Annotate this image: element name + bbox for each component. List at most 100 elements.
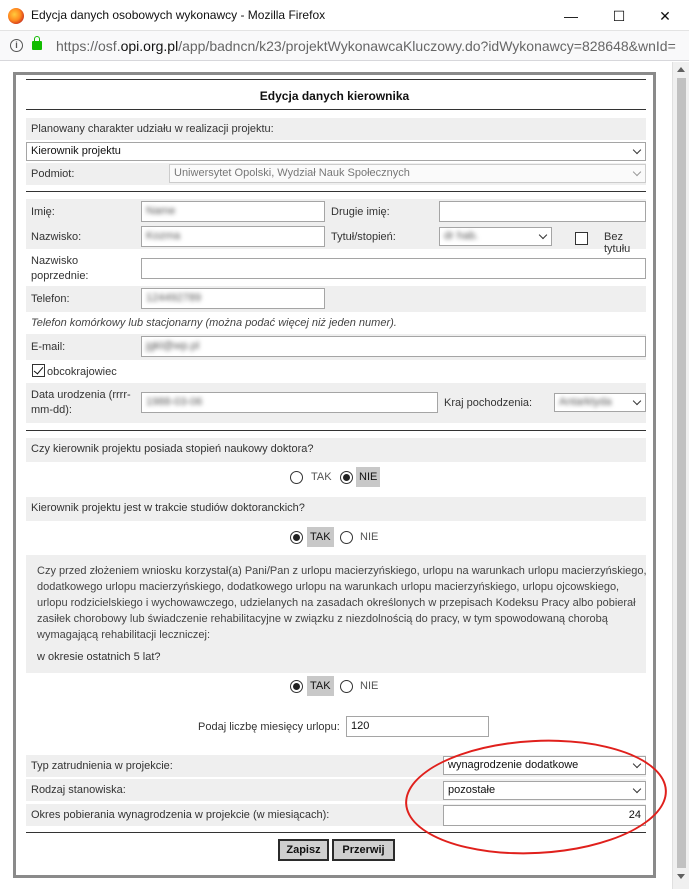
position-type-value: pozostałe	[448, 784, 496, 796]
salary-period-label: Okres pobierania wynagrodzenia w projekc…	[31, 809, 330, 821]
first-name-value: Name	[146, 205, 176, 217]
phone-hint: Telefon komórkowy lub stacjonarny (można…	[31, 317, 397, 329]
doctor-question-row: Czy kierownik projektu posiada stopień n…	[26, 438, 646, 462]
role-label-row: Planowany charakter udziału w realizacji…	[26, 118, 646, 140]
chevron-down-icon	[632, 784, 642, 794]
surname-value: Kozma	[146, 230, 181, 242]
role-select[interactable]: Kierownik projektu	[26, 142, 646, 161]
doctor-no-radio[interactable]	[340, 471, 353, 484]
chevron-down-icon	[632, 145, 642, 155]
scrollbar-thumb[interactable]	[677, 78, 686, 868]
phd-question: Kierownik projektu jest w trakcie studió…	[31, 502, 305, 514]
url-text[interactable]: https://osf.opi.org.pl/app/badncn/k23/pr…	[56, 38, 676, 54]
firefox-logo-icon	[8, 8, 24, 24]
leave-question-line: dodatkowego urlopu macierzyńskiego, doda…	[37, 581, 620, 593]
scroll-down-arrow-icon[interactable]	[677, 874, 685, 879]
cancel-button[interactable]: Przerwij	[332, 839, 395, 861]
leave-months-label: Podaj liczbę miesięcy urlopu:	[198, 721, 340, 733]
birth-date-label-line1: Data urodzenia (rrrr-	[31, 389, 131, 401]
role-label: Planowany charakter udziału w realizacji…	[31, 123, 274, 135]
phd-no-radio[interactable]	[340, 531, 353, 544]
doctor-no-label[interactable]: NIE	[356, 467, 381, 487]
leave-period-question: w okresie ostatnich 5 lat?	[37, 651, 161, 663]
window-title: Edycja danych osobowych wykonawcy - Mozi…	[31, 8, 326, 22]
leave-no-label[interactable]: NIE	[357, 676, 381, 696]
surname-label: Nazwisko:	[31, 231, 82, 243]
divider	[26, 191, 646, 192]
info-icon[interactable]: i	[10, 39, 23, 52]
leave-question-line: urlopu rodzicielskiego i wychowawczego, …	[37, 597, 636, 609]
close-window-button[interactable]: ✕	[642, 4, 688, 28]
leave-yes-label[interactable]: TAK	[307, 676, 334, 696]
employment-type-value: wynagrodzenie dodatkowe	[448, 759, 579, 771]
country-label: Kraj pochodzenia:	[444, 397, 533, 409]
email-value: jgkl@wp.pl	[146, 340, 200, 352]
leave-months-input[interactable]: 120	[346, 716, 489, 737]
first-name-input[interactable]: Name	[141, 201, 325, 222]
leave-question: Czy przed złożeniem wniosku korzystał(a)…	[37, 563, 647, 643]
employment-type-select[interactable]: wynagrodzenie dodatkowe	[443, 756, 646, 775]
birth-date-label-line2: mm-dd):	[31, 404, 72, 416]
birth-date-input[interactable]: 1988-03-06	[141, 392, 438, 413]
scroll-up-arrow-icon[interactable]	[677, 67, 685, 72]
save-button[interactable]: Zapisz	[278, 839, 329, 861]
second-name-input[interactable]	[439, 201, 646, 222]
lock-icon[interactable]	[32, 36, 42, 50]
second-name-label: Drugie imię:	[331, 206, 390, 218]
phone-input[interactable]: 124492789	[141, 288, 325, 309]
email-input[interactable]: jgkl@wp.pl	[141, 336, 646, 357]
divider	[26, 109, 646, 110]
phone-value: 124492789	[146, 292, 202, 304]
leave-question-line: wymagającą rehabilitacji leczniczej:	[37, 629, 211, 641]
divider	[26, 79, 646, 80]
title-select-value: dr hab.	[444, 230, 479, 242]
chevron-down-icon	[538, 230, 548, 240]
title-label: Tytuł/stopień:	[331, 231, 396, 243]
previous-surname-input[interactable]	[141, 258, 646, 279]
foreigner-checkbox[interactable]	[32, 364, 45, 377]
vertical-scrollbar[interactable]	[672, 62, 689, 889]
doctor-yes-label[interactable]: TAK	[308, 467, 335, 487]
leave-no-radio[interactable]	[340, 680, 353, 693]
phd-no-label[interactable]: NIE	[357, 527, 381, 547]
phd-yes-radio[interactable]	[290, 531, 303, 544]
position-type-label: Rodzaj stanowiska:	[31, 784, 126, 796]
entity-select-value: Uniwersytet Opolski, Wydział Nauk Społec…	[174, 167, 410, 179]
chevron-down-icon	[632, 759, 642, 769]
country-select-value: Antarktyda	[559, 396, 612, 408]
employment-type-label: Typ zatrudnienia w projekcie:	[31, 760, 173, 772]
window-titlebar: Edycja danych osobowych wykonawcy - Mozi…	[0, 0, 689, 31]
doctor-yes-radio[interactable]	[290, 471, 303, 484]
entity-label: Podmiot:	[31, 168, 75, 180]
surname-row: Nazwisko: Tytuł/stopień: Bez tytułu	[26, 225, 646, 255]
divider	[26, 430, 646, 431]
country-select[interactable]: Antarktyda	[554, 393, 646, 412]
phd-yes-label[interactable]: TAK	[307, 527, 334, 547]
minimize-button[interactable]: —	[548, 4, 594, 28]
title-select[interactable]: dr hab.	[439, 227, 552, 246]
phone-label: Telefon:	[31, 293, 70, 305]
edit-manager-dialog: Edycja danych kierownika Planowany chara…	[13, 72, 656, 878]
position-type-select[interactable]: pozostałe	[443, 781, 646, 800]
leave-question-line: Czy przed złożeniem wniosku korzystał(a)…	[37, 565, 647, 577]
role-select-value: Kierownik projektu	[31, 145, 121, 157]
leave-yes-radio[interactable]	[290, 680, 303, 693]
first-name-label: Imię:	[31, 206, 55, 218]
entity-select[interactable]: Uniwersytet Opolski, Wydział Nauk Społec…	[169, 164, 646, 183]
address-bar[interactable]: i https://osf.opi.org.pl/app/badncn/k23/…	[0, 31, 689, 61]
no-title-checkbox[interactable]	[575, 232, 588, 245]
phone-hint-row: Telefon komórkowy lub stacjonarny (można…	[26, 315, 646, 333]
dialog-title: Edycja danych kierownika	[259, 89, 410, 103]
maximize-button[interactable]: ☐	[596, 4, 642, 28]
previous-surname-label-line2: poprzednie:	[31, 270, 89, 282]
chevron-down-icon	[632, 167, 642, 177]
surname-input[interactable]: Kozma	[141, 226, 325, 247]
salary-period-input[interactable]: 24	[443, 805, 646, 826]
doctor-question: Czy kierownik projektu posiada stopień n…	[31, 443, 314, 455]
email-label: E-mail:	[31, 341, 66, 353]
phd-question-row: Kierownik projektu jest w trakcie studió…	[26, 497, 646, 521]
previous-surname-label-line1: Nazwisko	[31, 255, 79, 267]
birth-date-value: 1988-03-06	[146, 396, 203, 408]
divider	[26, 832, 646, 833]
foreigner-label: obcokrajowiec	[47, 366, 117, 378]
